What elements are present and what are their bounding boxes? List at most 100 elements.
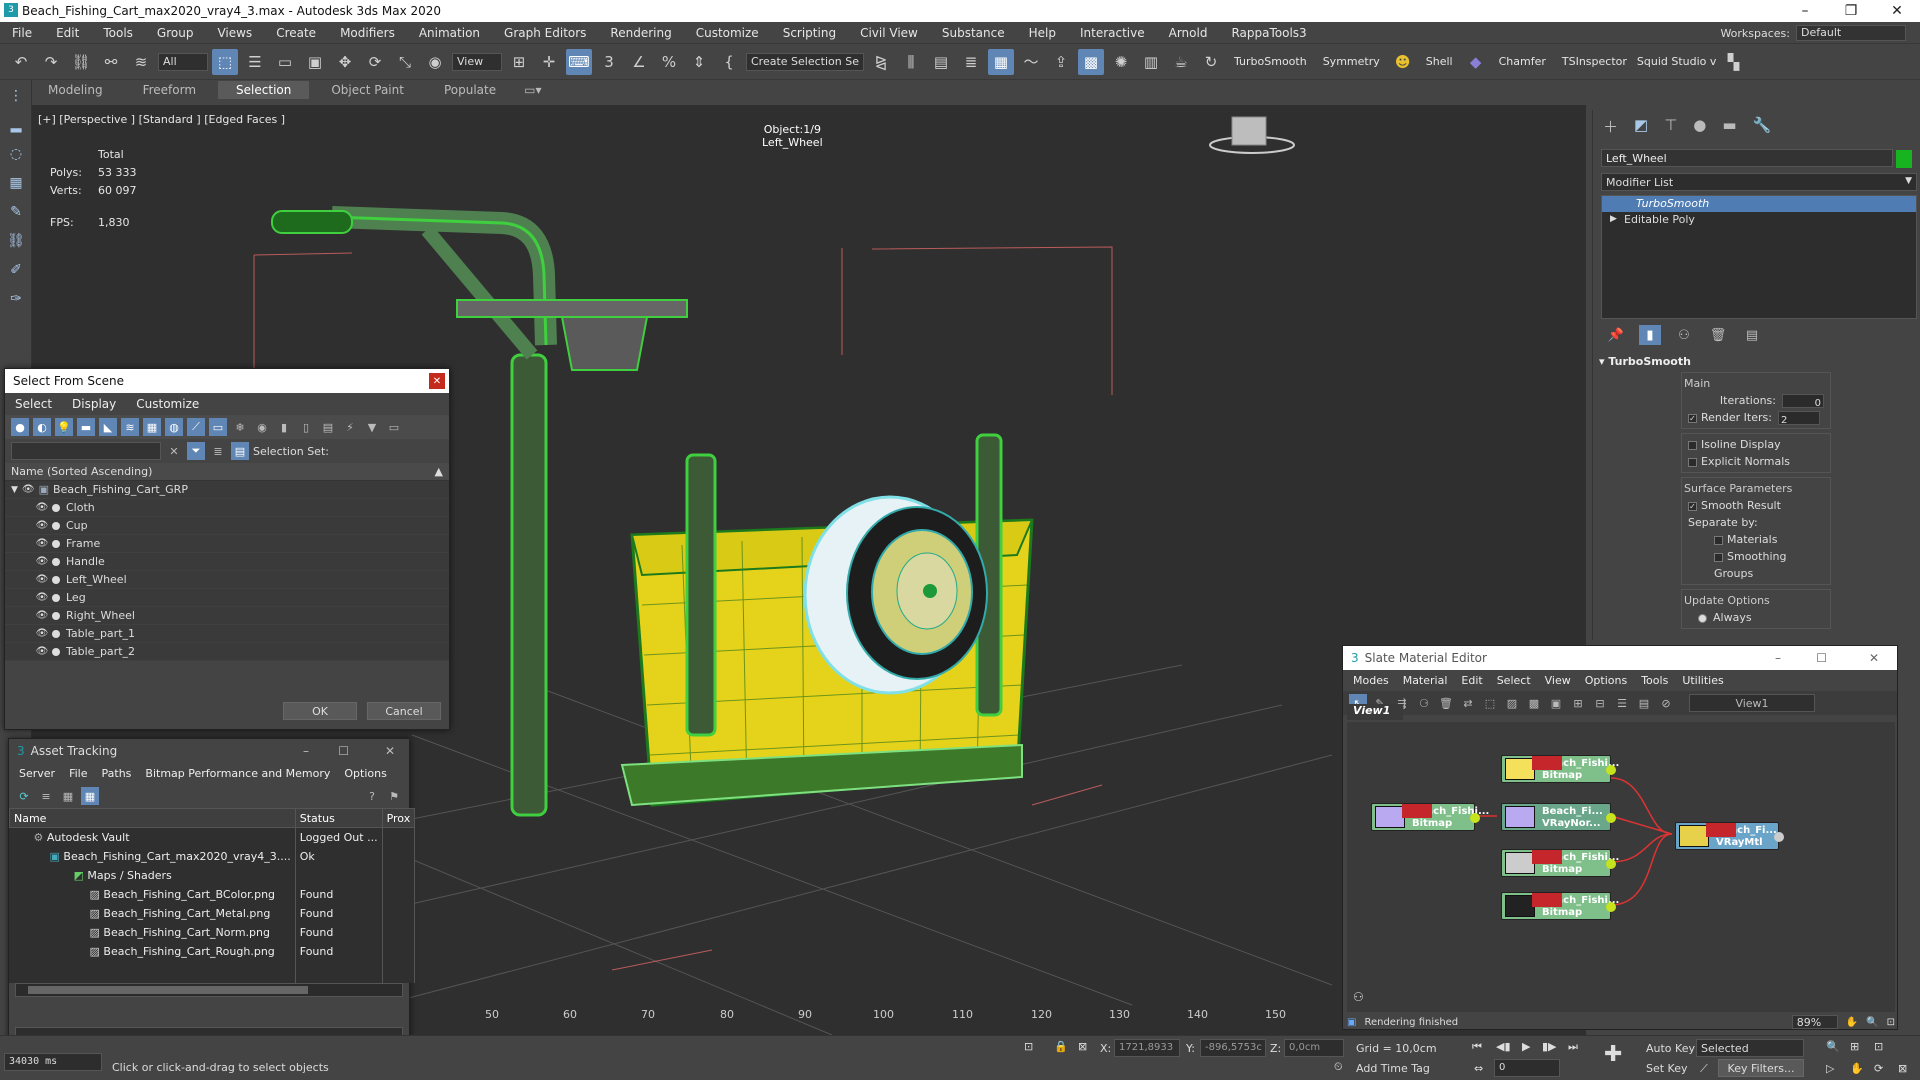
menu-modifiers[interactable]: Modifiers <box>328 26 407 40</box>
table-row[interactable]: ▣ Beach_Fishing_Cart_max2020_vray4_3....… <box>9 846 416 866</box>
paint-select-icon[interactable]: ▦ <box>3 170 29 196</box>
select-by-material-icon[interactable]: ⊘ <box>1657 694 1675 712</box>
render-iters-checkbox[interactable]: ✓ <box>1688 413 1697 423</box>
clear-search-icon[interactable]: ✕ <box>165 442 183 460</box>
auto-key-button[interactable]: Auto Key <box>1646 1042 1695 1055</box>
materials-checkbox[interactable] <box>1714 535 1723 545</box>
spacewarps-filter-icon[interactable]: ≋ <box>121 418 139 436</box>
scene-row[interactable]: 👁 Table_part_2 <box>5 643 449 661</box>
menu-rappatools[interactable]: RappaTools3 <box>1219 26 1318 40</box>
view-dropdown[interactable]: View1 <box>1689 694 1815 712</box>
eye-icon[interactable]: 👁 <box>35 574 49 585</box>
sme-menu-tools[interactable]: Tools <box>1641 674 1668 687</box>
table-row[interactable]: ▨ Beach_Fishing_Cart_Metal.png Found <box>9 903 416 923</box>
col-proxy[interactable]: Prox <box>381 808 416 828</box>
pan-icon[interactable]: ✋ <box>1846 1017 1858 1028</box>
material-node[interactable]: Beach_Fishi... Bitmap <box>1501 755 1619 783</box>
table-icon[interactable]: ▦ <box>59 787 77 805</box>
menu-file[interactable]: File <box>0 26 44 40</box>
percent-snap-icon[interactable]: % <box>656 49 682 75</box>
maximize-viewport-icon[interactable]: ⊠ <box>1898 1062 1907 1075</box>
pivot-icon[interactable]: ⊞ <box>506 49 532 75</box>
eye-icon[interactable]: 👁 <box>22 484 35 495</box>
zoom-extents-icon[interactable]: ⊡ <box>1887 1017 1895 1028</box>
frame-field[interactable]: 0 <box>1494 1059 1560 1077</box>
folder-icon[interactable]: ▭ <box>385 418 403 436</box>
tab-modeling[interactable]: Modeling <box>30 81 121 99</box>
stack-item-turbosmooth[interactable]: TurboSmooth <box>1602 196 1916 212</box>
list-icon[interactable]: ≡ <box>37 787 55 805</box>
material-map-browser-icon[interactable]: ☰ <box>1613 694 1631 712</box>
menu-tools[interactable]: Tools <box>91 26 145 40</box>
show-end-result-icon[interactable]: ▮ <box>1639 325 1661 345</box>
sme-menu-options[interactable]: Options <box>1585 674 1627 687</box>
key-tangent-icon[interactable]: ⟋ <box>1700 1062 1708 1076</box>
navigator-icon[interactable]: ⚇ <box>1353 990 1364 1004</box>
xrefs-filter-icon[interactable]: ◍ <box>165 418 183 436</box>
collapse-icon[interactable]: ▼ <box>11 485 18 495</box>
output-socket[interactable] <box>1606 859 1616 869</box>
selection-filter-dropdown[interactable]: All <box>158 52 208 71</box>
zoom-all-icon[interactable]: ⊞ <box>1850 1040 1859 1053</box>
sfs-menu-select[interactable]: Select <box>15 397 52 411</box>
groups-filter-icon[interactable]: ▦ <box>143 418 161 436</box>
output-socket[interactable] <box>1774 832 1784 842</box>
menu-create[interactable]: Create <box>264 26 328 40</box>
layout-children-icon[interactable]: ⊟ <box>1591 694 1609 712</box>
table-row[interactable]: ▨ Beach_Fishing_Cart_Rough.png Found <box>9 941 416 961</box>
sme-menu-modes[interactable]: Modes <box>1353 674 1389 687</box>
scene-list-header[interactable]: Name (Sorted Ascending) ▲ <box>5 463 449 481</box>
material-node[interactable]: Beach_Fi... VRayNor... <box>1501 803 1616 831</box>
hide-icon[interactable]: ✐ <box>3 257 29 283</box>
hierarchy-tab-icon[interactable]: ⊤ <box>1664 116 1677 137</box>
table-row[interactable]: ▨ Beach_Fishing_Cart_Norm.png Found <box>9 922 416 942</box>
smiley-icon[interactable]: ☻ <box>1390 49 1416 75</box>
zoom-icon[interactable]: 🔍 <box>1866 1017 1878 1028</box>
scene-explorer-icon[interactable]: ▤ <box>928 49 954 75</box>
fov-icon[interactable]: ▷ <box>1826 1062 1834 1075</box>
orbit-icon[interactable]: ⟳ <box>1874 1062 1883 1075</box>
ok-button[interactable]: OK <box>283 702 357 720</box>
object-color-swatch[interactable] <box>1896 150 1912 168</box>
help-icon[interactable]: ? <box>363 787 381 805</box>
layers-icon[interactable]: ≣ <box>209 442 227 460</box>
bones-filter-icon[interactable]: ⟋ <box>187 418 205 436</box>
motion-tab-icon[interactable]: ● <box>1693 116 1706 137</box>
zoom-extents-icon[interactable]: ⊡ <box>1874 1040 1883 1053</box>
rendered-frame-icon[interactable]: ▥ <box>1138 49 1164 75</box>
schematic-view-icon[interactable]: ⇪ <box>1048 49 1074 75</box>
lights-filter-icon[interactable]: 💡 <box>55 418 73 436</box>
absolute-mode-icon[interactable]: ⊠ <box>1078 1040 1087 1053</box>
menu-group[interactable]: Group <box>145 26 206 40</box>
all-filter-icon[interactable]: ▮ <box>275 418 293 436</box>
col-name[interactable]: Name <box>9 808 296 828</box>
col-status[interactable]: Status <box>294 808 383 828</box>
render-iterative-icon[interactable]: ↻ <box>1198 49 1224 75</box>
menu-substance[interactable]: Substance <box>930 26 1017 40</box>
z-coord-field[interactable]: 0,0cm <box>1284 1039 1344 1057</box>
manipulate-icon[interactable]: ✛ <box>536 49 562 75</box>
goto-end-icon[interactable]: ⏭ <box>1568 1040 1578 1054</box>
bind-spacewarp-icon[interactable]: ≋ <box>128 49 154 75</box>
snaps-icon[interactable]: 3 <box>596 49 622 75</box>
search-input[interactable] <box>11 442 161 460</box>
eye-icon[interactable]: 👁 <box>35 502 49 513</box>
tab-freeform[interactable]: Freeform <box>125 81 214 99</box>
mirror-icon[interactable]: ⧎ <box>868 49 894 75</box>
angle-snap-icon[interactable]: ∠ <box>626 49 652 75</box>
render-icon[interactable]: ☕ <box>1168 49 1194 75</box>
scene-row[interactable]: 👁 Cloth <box>5 499 449 517</box>
smooth-result-checkbox[interactable]: ✓ <box>1688 501 1697 511</box>
isoline-checkbox[interactable] <box>1688 440 1697 450</box>
layer-explorer-icon[interactable]: ≣ <box>958 49 984 75</box>
tab-selection[interactable]: Selection <box>218 81 310 99</box>
move-icon[interactable]: ✥ <box>332 49 358 75</box>
eye-icon[interactable]: 👁 <box>35 610 49 621</box>
eye-icon[interactable]: 👁 <box>35 556 49 567</box>
link-tool-icon[interactable]: ⛓ <box>3 228 29 254</box>
at-menu-file[interactable]: File <box>69 767 87 780</box>
maximize-icon[interactable]: ☐ <box>1816 651 1827 665</box>
workspace-dropdown[interactable]: Default <box>1796 25 1906 41</box>
time-tag-icon[interactable]: ⏲ <box>1334 1060 1343 1074</box>
close-icon[interactable]: ✕ <box>385 744 395 758</box>
